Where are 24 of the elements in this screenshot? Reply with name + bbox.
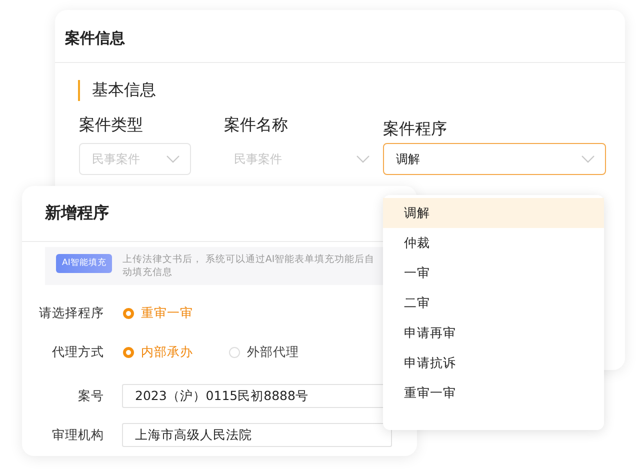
field-label: 案件类型 (79, 115, 144, 135)
dropdown-item[interactable]: 仲裁 (383, 228, 604, 258)
dropdown-item[interactable]: 一审 (383, 258, 604, 288)
section-title: 基本信息 (92, 80, 156, 100)
select-field[interactable]: 调解 (383, 143, 606, 175)
input-field[interactable]: 上海市高级人民法院 (122, 423, 392, 447)
radio-option[interactable]: 外部代理 (229, 344, 299, 360)
form-label: 请选择程序 (38, 304, 104, 322)
dropdown-item[interactable]: 二审 (383, 288, 604, 318)
dropdown-item[interactable]: 申请再审 (383, 318, 604, 348)
chevron-down-icon (356, 155, 370, 163)
field-label: 案件名称 (224, 115, 289, 135)
accent-bar (78, 80, 80, 100)
dialog-title: 新增程序 (45, 203, 109, 224)
tip-text: 上传法律文书后， 系统可以通过AI智能表单填充功能后自动填充信息 (122, 253, 376, 279)
chevron-down-icon (166, 155, 180, 163)
form-label: 代理方式 (51, 344, 104, 360)
dropdown-item[interactable]: 调解 (383, 198, 604, 228)
card-title: 案件信息 (64, 28, 126, 49)
form-label: 案号 (77, 388, 104, 404)
field-label: 案件程序 (383, 119, 448, 139)
form-label: 审理机构 (51, 426, 104, 444)
chevron-down-icon (581, 155, 595, 163)
dropdown-item[interactable]: 申请抗诉 (383, 348, 604, 378)
